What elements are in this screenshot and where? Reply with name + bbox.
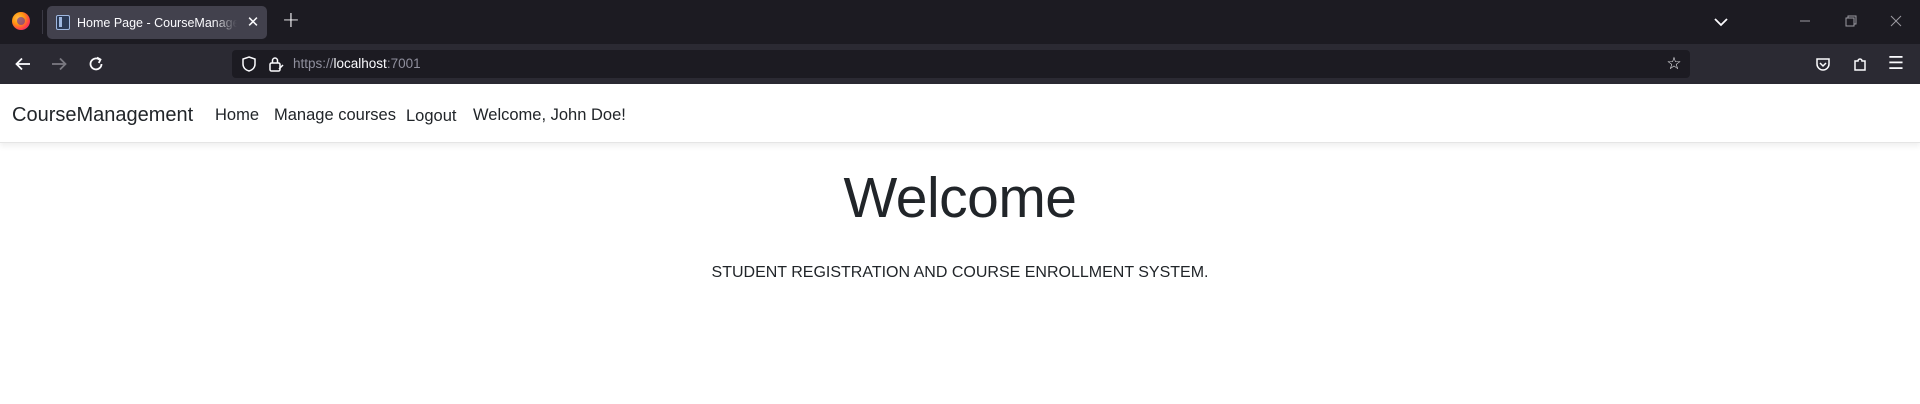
url-host: localhost bbox=[333, 56, 387, 71]
site-navbar: CourseManagement Home Manage courses Log… bbox=[0, 84, 1920, 143]
pocket-icon[interactable] bbox=[1811, 53, 1835, 75]
welcome-user-text: Welcome, John Doe! bbox=[473, 106, 626, 124]
tab-close-icon[interactable]: ✕ bbox=[244, 13, 262, 31]
nav-link-logout[interactable]: Logout bbox=[406, 105, 456, 127]
window-close-icon[interactable] bbox=[1881, 10, 1911, 32]
browser-tab-strip: Home Page - CourseManagement ✕ + bbox=[0, 0, 1920, 44]
new-tab-icon[interactable]: + bbox=[279, 10, 303, 34]
reload-icon[interactable] bbox=[84, 53, 108, 75]
site-brand-link[interactable]: CourseManagement bbox=[12, 102, 193, 128]
tab-strip-divider bbox=[42, 10, 43, 34]
page-title: Welcome bbox=[843, 166, 1077, 230]
bookmark-star-icon[interactable]: ☆ bbox=[1664, 54, 1684, 74]
url-bar[interactable]: https://localhost:7001 ☆ bbox=[232, 50, 1690, 78]
url-port: :7001 bbox=[386, 56, 421, 71]
tracking-protection-shield-icon[interactable] bbox=[242, 56, 256, 72]
nav-link-home[interactable]: Home bbox=[215, 104, 259, 126]
window-minimize-icon[interactable] bbox=[1790, 10, 1820, 32]
tab-title: Home Page - CourseManagement bbox=[77, 16, 237, 30]
list-all-tabs-icon[interactable] bbox=[1709, 11, 1733, 33]
page-content: CourseManagement Home Manage courses Log… bbox=[0, 84, 1920, 404]
forward-arrow-icon[interactable] bbox=[47, 53, 71, 75]
firefox-logo-icon[interactable] bbox=[12, 12, 30, 30]
browser-toolbar: https://localhost:7001 ☆ ☰ bbox=[0, 44, 1920, 84]
hamburger-menu-icon[interactable]: ☰ bbox=[1884, 53, 1908, 75]
page-favicon-icon bbox=[56, 15, 70, 30]
window-restore-icon[interactable] bbox=[1836, 10, 1866, 32]
url-scheme: https:// bbox=[293, 56, 334, 71]
url-address-text[interactable]: https://localhost:7001 bbox=[293, 55, 421, 73]
back-arrow-icon[interactable] bbox=[11, 53, 35, 75]
extensions-puzzle-icon[interactable] bbox=[1848, 53, 1872, 75]
browser-tab-active[interactable]: Home Page - CourseManagement ✕ bbox=[47, 6, 267, 39]
connection-lock-icon[interactable] bbox=[268, 56, 284, 72]
nav-link-manage-courses[interactable]: Manage courses bbox=[274, 104, 396, 126]
page-subtitle: STUDENT REGISTRATION AND COURSE ENROLLME… bbox=[711, 264, 1209, 281]
